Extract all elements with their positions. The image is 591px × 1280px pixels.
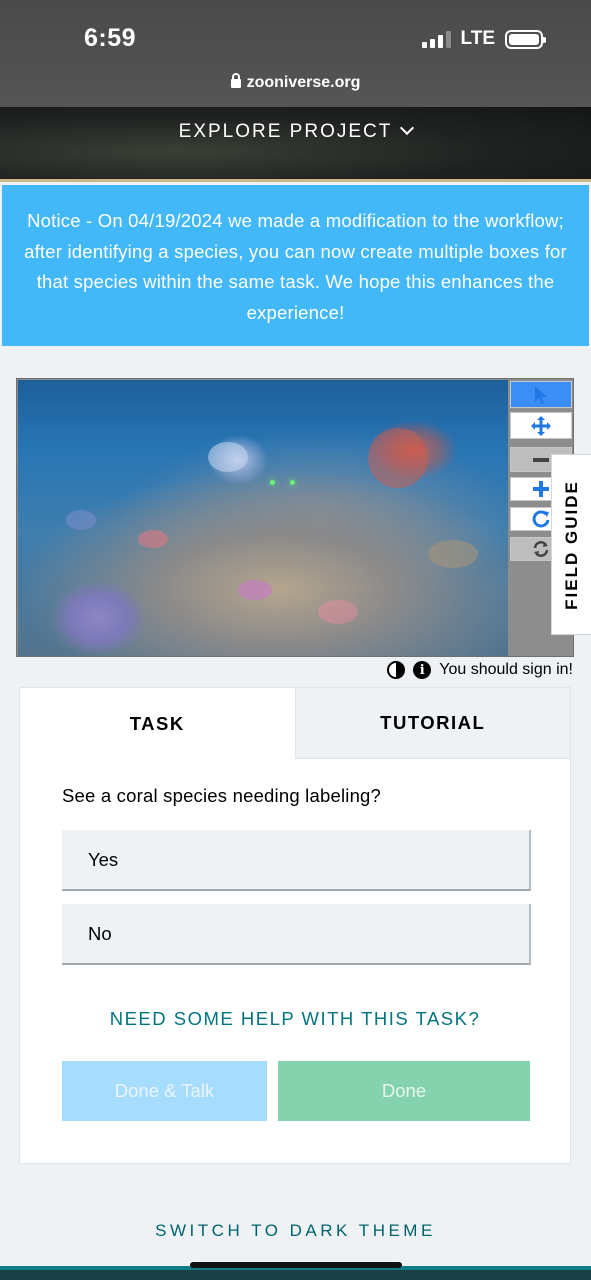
status-indicators: LTE xyxy=(421,28,546,50)
pointer-tool-button[interactable] xyxy=(510,381,572,408)
move-tool-button[interactable] xyxy=(510,412,572,439)
switch-dark-theme-link[interactable]: SWITCH TO DARK THEME xyxy=(0,1221,591,1241)
subject-viewer xyxy=(16,378,574,657)
tab-tutorial-label: TUTORIAL xyxy=(380,712,486,733)
answer-label: No xyxy=(88,922,112,944)
task-tabs: TASK TUTORIAL xyxy=(20,688,570,759)
header-divider xyxy=(0,179,591,182)
zoom-in-icon xyxy=(533,481,549,497)
project-header: EXPLORE PROJECT xyxy=(0,107,591,182)
status-time: 6:59 xyxy=(84,24,137,52)
move-icon xyxy=(531,415,551,436)
battery-icon xyxy=(505,29,546,49)
rotate-icon xyxy=(532,510,550,528)
coral-feature xyxy=(238,580,272,600)
done-and-talk-button[interactable]: Done & Talk xyxy=(62,1061,267,1121)
pointer-icon xyxy=(535,385,547,404)
url-bar[interactable]: zooniverse.org xyxy=(0,73,591,92)
url-text: zooniverse.org xyxy=(246,74,361,91)
network-label: LTE xyxy=(460,28,495,49)
task-help-link[interactable]: NEED SOME HELP WITH THIS TASK? xyxy=(20,1008,570,1030)
notice-text: Notice - On 04/19/2024 we made a modific… xyxy=(24,210,567,323)
explore-project-label: EXPLORE PROJECT xyxy=(178,121,393,142)
tab-task[interactable]: TASK xyxy=(20,688,295,759)
coral-feature xyxy=(66,510,96,530)
laser-dot xyxy=(290,480,295,485)
lock-icon xyxy=(230,73,241,88)
chevron-down-icon xyxy=(400,120,415,136)
done-button[interactable]: Done xyxy=(278,1061,530,1121)
notice-banner: Notice - On 04/19/2024 we made a modific… xyxy=(2,185,589,346)
reset-icon xyxy=(533,541,549,557)
answer-label: Yes xyxy=(88,848,119,870)
coral-feature xyxy=(318,600,358,624)
field-guide-label: FIELD GUIDE xyxy=(561,479,581,610)
browser-chrome: 6:59 LTE zooniverse.org xyxy=(0,0,591,107)
task-question: See a coral species needing labeling? xyxy=(62,785,382,806)
subject-image[interactable] xyxy=(18,380,508,656)
contrast-icon[interactable] xyxy=(387,661,406,679)
viewer-meta-row: i You should sign in! xyxy=(387,661,573,679)
answer-no-button[interactable]: No xyxy=(62,904,531,965)
coral-feature xyxy=(368,428,428,488)
zoom-out-icon xyxy=(533,457,549,462)
laser-dot xyxy=(270,480,275,485)
info-icon[interactable]: i xyxy=(413,661,432,679)
signal-icon xyxy=(421,30,451,48)
answer-yes-button[interactable]: Yes xyxy=(62,830,531,891)
coral-feature xyxy=(138,530,168,548)
field-guide-tab[interactable]: FIELD GUIDE xyxy=(551,454,591,635)
home-indicator[interactable] xyxy=(190,1262,402,1268)
footer-bar xyxy=(0,1266,591,1280)
coral-feature xyxy=(208,442,248,472)
coral-feature xyxy=(428,540,478,568)
signin-message: You should sign in! xyxy=(439,661,573,678)
tab-tutorial[interactable]: TUTORIAL xyxy=(294,688,570,759)
explore-project-button[interactable]: EXPLORE PROJECT xyxy=(0,120,591,143)
tab-task-label: TASK xyxy=(129,712,185,734)
task-panel: TASK TUTORIAL See a coral species needin… xyxy=(19,687,571,1164)
